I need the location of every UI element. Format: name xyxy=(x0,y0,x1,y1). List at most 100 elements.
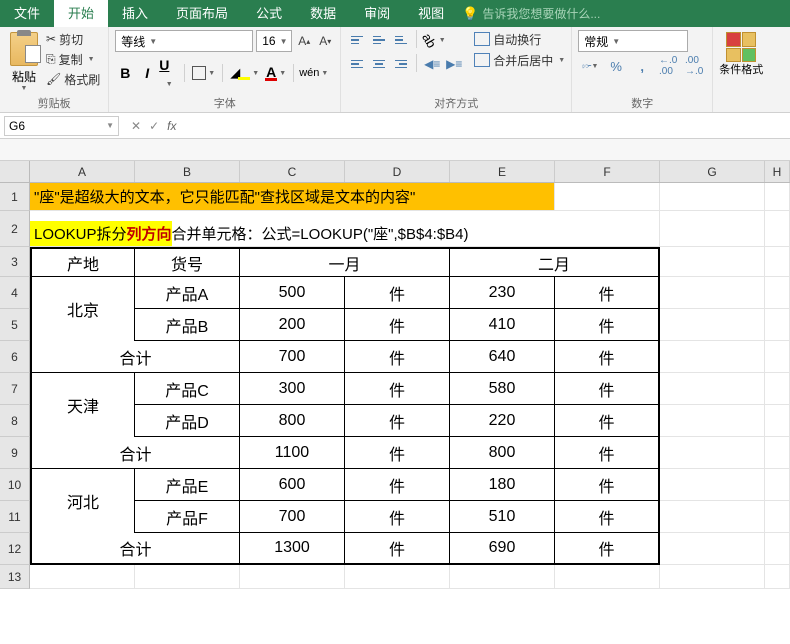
italic-button[interactable]: I xyxy=(137,65,157,81)
tab-home[interactable]: 开始 xyxy=(54,0,108,27)
decrease-indent-button[interactable]: ◀≡ xyxy=(422,54,442,74)
cell-a1[interactable]: "座"是超级大的文本，它只能匹配"查找区域是文本的内容" xyxy=(30,183,555,211)
row-header-2[interactable]: 2 xyxy=(0,211,30,247)
cell-f11[interactable]: 件 xyxy=(555,501,660,533)
cell-d4[interactable]: 件 xyxy=(345,277,450,309)
col-header-c[interactable]: C xyxy=(240,161,345,182)
formula-input[interactable] xyxy=(184,116,790,136)
comma-button[interactable]: , xyxy=(630,56,654,76)
cell-h9[interactable] xyxy=(765,437,790,469)
cell-c9[interactable]: 1100 xyxy=(240,437,345,469)
cell-h7[interactable] xyxy=(765,373,790,405)
cell-g8[interactable] xyxy=(660,405,765,437)
decrease-font-button[interactable]: A▾ xyxy=(316,31,334,51)
merge-center-button[interactable]: 合并后居中▼ xyxy=(474,51,565,69)
name-box[interactable]: G6▼ xyxy=(4,116,119,136)
enter-formula-button[interactable]: ✓ xyxy=(149,119,159,133)
cell-a9[interactable]: 合计 xyxy=(30,437,240,469)
cell-h3[interactable] xyxy=(765,247,790,277)
col-header-f[interactable]: F xyxy=(555,161,660,182)
cell-g6[interactable] xyxy=(660,341,765,373)
cell-g1[interactable] xyxy=(660,183,765,211)
col-header-g[interactable]: G xyxy=(660,161,765,182)
cell-a7[interactable]: 天津 xyxy=(30,373,135,437)
cell-e3[interactable]: 二月 xyxy=(450,247,660,277)
tab-data[interactable]: 数据 xyxy=(296,0,350,27)
wrap-text-button[interactable]: 自动换行 xyxy=(474,30,565,48)
cell-f6[interactable]: 件 xyxy=(555,341,660,373)
row-header-5[interactable]: 5 xyxy=(0,309,30,341)
font-name-dropdown[interactable]: 等线▼ xyxy=(115,30,253,52)
cell-c11[interactable]: 700 xyxy=(240,501,345,533)
increase-decimal-button[interactable]: ←.0.00 xyxy=(656,56,680,76)
cell-d7[interactable]: 件 xyxy=(345,373,450,405)
row-header-4[interactable]: 4 xyxy=(0,277,30,309)
col-header-a[interactable]: A xyxy=(30,161,135,182)
cut-button[interactable]: ✂剪切 xyxy=(44,30,102,48)
cell-c4[interactable]: 500 xyxy=(240,277,345,309)
cell-a6[interactable]: 合计 xyxy=(30,341,240,373)
cell-c10[interactable]: 600 xyxy=(240,469,345,501)
cell-d9[interactable]: 件 xyxy=(345,437,450,469)
fill-color-button[interactable]: ◢▼ xyxy=(228,65,261,81)
tab-insert[interactable]: 插入 xyxy=(108,0,162,27)
cell-f1[interactable] xyxy=(555,183,660,211)
cell-b4[interactable]: 产品A xyxy=(135,277,240,309)
format-painter-button[interactable]: 🖌格式刷 xyxy=(44,70,102,88)
cell-g5[interactable] xyxy=(660,309,765,341)
align-bottom-button[interactable] xyxy=(391,30,411,50)
cell-f5[interactable]: 件 xyxy=(555,309,660,341)
cell-f9[interactable]: 件 xyxy=(555,437,660,469)
tab-view[interactable]: 视图 xyxy=(404,0,458,27)
cell-h13[interactable] xyxy=(765,565,790,589)
cell-e7[interactable]: 580 xyxy=(450,373,555,405)
cell-g11[interactable] xyxy=(660,501,765,533)
bold-button[interactable]: B xyxy=(115,65,135,81)
number-format-dropdown[interactable]: 常规▼ xyxy=(578,30,688,52)
align-middle-button[interactable] xyxy=(369,30,389,50)
phonetic-button[interactable]: wén▼ xyxy=(299,67,328,79)
cell-f4[interactable]: 件 xyxy=(555,277,660,309)
cell-e10[interactable]: 180 xyxy=(450,469,555,501)
cell-h12[interactable] xyxy=(765,533,790,565)
cell-d6[interactable]: 件 xyxy=(345,341,450,373)
tab-page-layout[interactable]: 页面布局 xyxy=(162,0,242,27)
cell-h6[interactable] xyxy=(765,341,790,373)
cell-f12[interactable]: 件 xyxy=(555,533,660,565)
cell-f13[interactable] xyxy=(555,565,660,589)
percent-button[interactable]: % xyxy=(604,56,628,76)
cell-e4[interactable]: 230 xyxy=(450,277,555,309)
align-left-button[interactable] xyxy=(347,54,367,74)
cell-e12[interactable]: 690 xyxy=(450,533,555,565)
tab-formulas[interactable]: 公式 xyxy=(242,0,296,27)
cell-e13[interactable] xyxy=(450,565,555,589)
cell-g10[interactable] xyxy=(660,469,765,501)
cell-h5[interactable] xyxy=(765,309,790,341)
tab-review[interactable]: 审阅 xyxy=(350,0,404,27)
cell-b10[interactable]: 产品E xyxy=(135,469,240,501)
increase-font-button[interactable]: A▴ xyxy=(295,31,313,51)
cell-g7[interactable] xyxy=(660,373,765,405)
row-header-6[interactable]: 6 xyxy=(0,341,30,373)
cell-c6[interactable]: 700 xyxy=(240,341,345,373)
cell-d10[interactable]: 件 xyxy=(345,469,450,501)
align-right-button[interactable] xyxy=(391,54,411,74)
cell-g2[interactable] xyxy=(660,211,765,247)
cell-d12[interactable]: 件 xyxy=(345,533,450,565)
align-center-button[interactable] xyxy=(369,54,389,74)
cell-e8[interactable]: 220 xyxy=(450,405,555,437)
font-color-button[interactable]: A▼ xyxy=(263,66,288,81)
cell-b11[interactable]: 产品F xyxy=(135,501,240,533)
cell-h2[interactable] xyxy=(765,211,790,247)
select-all-corner[interactable] xyxy=(0,161,30,182)
cell-e9[interactable]: 800 xyxy=(450,437,555,469)
cell-b3[interactable]: 货号 xyxy=(135,247,240,277)
row-header-13[interactable]: 13 xyxy=(0,565,30,589)
col-header-b[interactable]: B xyxy=(135,161,240,182)
cell-a3[interactable]: 产地 xyxy=(30,247,135,277)
cell-h10[interactable] xyxy=(765,469,790,501)
row-header-10[interactable]: 10 xyxy=(0,469,30,501)
paste-button[interactable]: 粘贴 ▼ xyxy=(6,30,42,92)
conditional-formatting-button[interactable]: 条件格式 xyxy=(719,30,763,76)
cell-c13[interactable] xyxy=(240,565,345,589)
